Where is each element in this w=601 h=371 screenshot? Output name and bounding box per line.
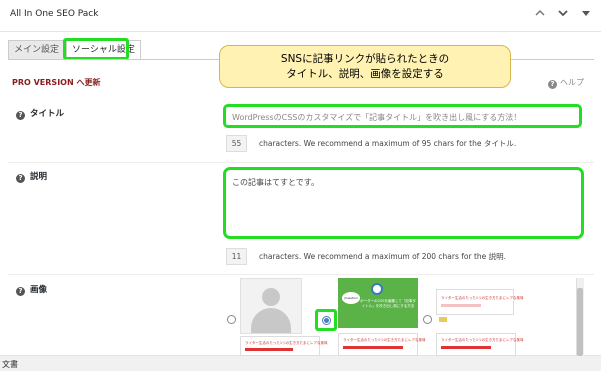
annotation-callout: SNSに記事リンクが貼られたときの タイトル、説明、画像を設定する [219,45,511,88]
image-option-featured[interactable]: Question ボーダーのCSSを編集して「記事タイトル」を吹き出し風にする方… [338,278,418,328]
thumb-bar [441,304,481,307]
help-icon[interactable]: ? [16,287,25,296]
image-radio-1[interactable] [227,315,236,324]
thumb-bar [245,348,293,351]
help-icon: ? [548,80,557,89]
collapse-triangle-icon[interactable] [579,8,593,22]
image-label-text: 画像 [30,285,48,295]
featured-image-text: ボーダーのCSSを編集して「記事タイトル」を吹き出し風にする方法 [360,299,416,308]
thumb-text: ライター生活のたった1つの生き方たまにレアな風味 [441,338,524,342]
thumb-bar [441,346,491,349]
image-option-6[interactable]: ライター生活のたった1つの生き方たまにレアな風味 [436,333,523,356]
tab-highlight-box [63,38,129,60]
help-icon[interactable]: ? [16,174,25,183]
row-divider [8,274,594,275]
thumb-marker [439,317,447,322]
title-count-note: characters. We recommend a maximum of 95… [259,139,517,148]
title-char-count: 55 [226,135,247,152]
scrollbar-thumb[interactable] [577,288,583,356]
callout-line-2: タイトル、説明、画像を設定する [286,68,444,80]
callout-line-1: SNSに記事リンクが貼られたときの [280,53,450,65]
chevron-up-icon[interactable] [533,8,547,22]
wordpress-logo-icon [371,283,383,295]
chevron-down-icon[interactable] [556,8,570,22]
thumb-text: ライター生活のたった1つの生き方たまにレアな風味 [245,341,328,345]
thumb-text: ライター生活のたった1つの生き方たまにレアな風味 [343,338,426,342]
description-char-count: 11 [226,248,247,265]
description-label-text: 説明 [30,172,48,182]
thumb-bar [343,346,403,349]
image-option-placeholder[interactable] [240,278,302,334]
radio-highlight-box [315,309,337,331]
image-option-3[interactable]: ライター生活のたった1つの生き方たまにレアな風味 [436,289,523,315]
image-field-label: ? 画像 [16,283,47,296]
tab-label: メイン設定 [14,45,60,55]
status-bar-text: 文書 [2,360,18,369]
description-count-note: characters. We recommend a maximum of 20… [259,252,507,261]
question-bubble: Question [342,292,360,304]
help-label: ヘルプ [560,78,584,87]
metabox-header: All In One SEO Pack [0,0,601,32]
social-title-input[interactable]: WordPressのCSSのカスタマイズで「記事タイトル」を吹き出し風にする方法… [223,104,582,128]
row-divider [8,162,594,163]
description-field-label: ? 説明 [16,170,47,183]
image-radio-3[interactable] [423,315,432,324]
title-label-text: タイトル [30,109,65,119]
avatar-body-shape [251,308,291,333]
avatar-head-shape [262,288,280,306]
help-icon[interactable]: ? [16,111,25,120]
thumb-text: ライター生活のたった1つの生き方たまにレアな風味 [441,296,524,300]
seo-metabox: All In One SEO Pack メイン設定 ソーシャル設定 PRO VE… [0,0,601,356]
title-field-label: ? タイトル [16,107,64,120]
image-option-4[interactable]: ライター生活のたった1つの生き方たまにレアな風味 [240,336,327,356]
metabox-title: All In One SEO Pack [10,9,99,19]
help-link[interactable]: ? ヘルプ [548,77,584,89]
pro-version-link[interactable]: PRO VERSION へ更新 [12,77,100,88]
social-description-textarea[interactable]: この記事はてすとです。 [223,167,584,239]
tab-main-settings[interactable]: メイン設定 [8,40,66,60]
image-option-5[interactable]: ライター生活のたった1つの生き方たまにレアな風味 [338,333,425,356]
